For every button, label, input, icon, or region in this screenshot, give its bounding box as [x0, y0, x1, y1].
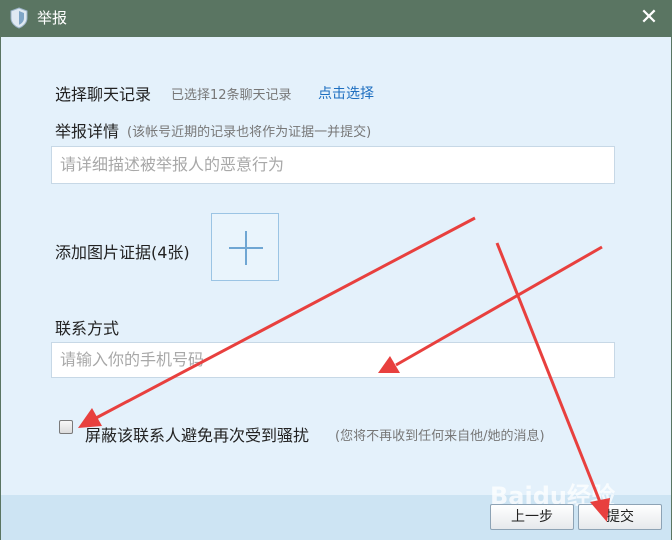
chat-record-label: 选择聊天记录 — [55, 85, 152, 104]
add-image-button[interactable] — [211, 213, 279, 281]
close-icon: ✕ — [639, 5, 659, 30]
title-bar: 举报 ✕ — [0, 0, 672, 37]
report-details-note: (该帐号近期的记录也将作为证据一并提交) — [127, 125, 372, 140]
report-description-input[interactable]: 请详细描述被举报人的恶意行为 — [51, 146, 615, 184]
phone-number-placeholder: 请输入你的手机号码 — [60, 350, 205, 369]
previous-button[interactable]: 上一步 — [490, 504, 574, 530]
window-border-left — [0, 37, 1, 540]
report-description-placeholder: 请详细描述被举报人的恶意行为 — [60, 155, 285, 174]
select-chat-link[interactable]: 点击选择 — [318, 83, 374, 103]
phone-number-input[interactable]: 请输入你的手机号码 — [51, 342, 615, 378]
block-contact-checkbox[interactable] — [59, 420, 73, 434]
image-evidence-label: 添加图片证据(4张) — [55, 243, 190, 262]
window-title: 举报 — [37, 9, 68, 27]
chat-record-status: 已选择12条聊天记录 — [171, 88, 292, 103]
report-details-label: 举报详情 — [55, 122, 120, 141]
contact-label: 联系方式 — [55, 319, 120, 338]
shield-icon — [10, 7, 28, 29]
block-contact-note: (您将不再收到任何来自他/她的消息) — [335, 429, 545, 444]
submit-button[interactable]: 提交 — [578, 504, 662, 530]
close-button[interactable]: ✕ — [638, 6, 660, 30]
block-contact-label[interactable]: 屏蔽该联系人避免再次受到骚扰 — [85, 422, 309, 446]
